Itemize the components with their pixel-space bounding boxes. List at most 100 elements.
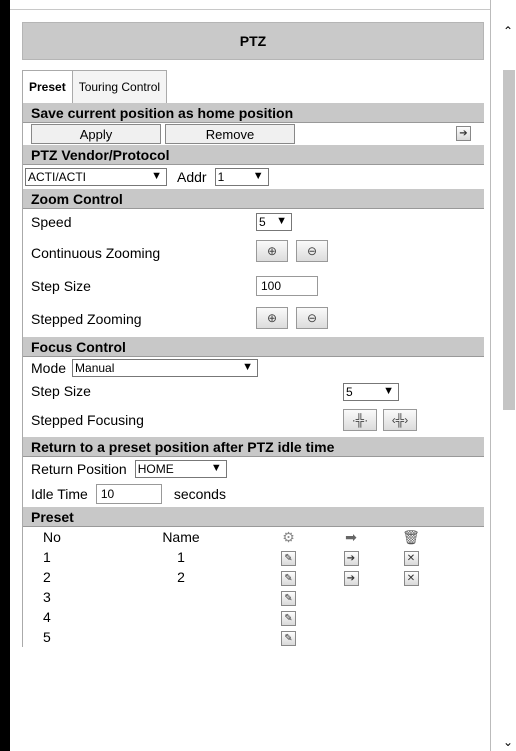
chevron-down-icon: ▼	[252, 170, 264, 182]
col-no: No	[43, 529, 61, 545]
edit-cell: ✎	[256, 568, 321, 587]
section-header-focus: Focus Control	[23, 337, 484, 357]
goto-arrow-icon: ➡	[345, 528, 357, 545]
continuous-zoom-row: Continuous Zooming ⊕ ⊖	[23, 235, 484, 271]
preset-table: No Name ⚙ ➡ 🗑 1 1 ✎ ➔ ✕ 2 2 ✎ ➔ ✕ 3 ✎ 4 …	[23, 527, 484, 647]
goto-cell: ➔	[321, 548, 381, 567]
table-row: 5 ✎	[23, 627, 484, 647]
vertical-scrollbar[interactable]: ⌃ ⌄	[500, 22, 516, 751]
preset-name: 2	[177, 569, 185, 585]
vendor-select-value: ACTI/ACTI	[28, 170, 87, 184]
goto-icon[interactable]: ➔	[343, 571, 359, 587]
gear-icon: ⚙	[282, 528, 295, 545]
focus-step-size-value: 5	[346, 385, 353, 399]
idle-time-row: Idle Time 10 seconds	[23, 481, 484, 507]
zoom-step-size-label: Step Size	[31, 278, 91, 294]
addr-label: Addr	[177, 169, 207, 185]
window-frame: PTZ Preset Touring Control Save current …	[0, 0, 516, 751]
edit-icon[interactable]: ✎	[281, 631, 296, 647]
stepped-focus-label: Stepped Focusing	[31, 412, 144, 428]
trash-icon: 🗑	[402, 528, 420, 545]
focus-step-size-row: Step Size 5 ▼	[23, 379, 484, 403]
chevron-down-icon: ▼	[242, 361, 254, 373]
preset-no: 1	[43, 549, 51, 565]
edit-cell: ✎	[256, 548, 321, 567]
edit-cell: ✎	[256, 608, 321, 627]
delete-cell: ✕	[381, 568, 441, 587]
idle-time-label: Idle Time	[31, 486, 88, 502]
delete-cell: ✕	[381, 548, 441, 567]
preset-no: 4	[43, 609, 51, 625]
ptz-panel: PTZ Preset Touring Control Save current …	[22, 22, 484, 751]
addr-select[interactable]: 1 ▼	[214, 168, 269, 186]
delete-icon[interactable]: ✕	[403, 571, 419, 587]
panel-divider	[490, 0, 491, 751]
goto-icon[interactable]: ➔	[343, 551, 359, 567]
focus-near-icon[interactable]: ·╬·	[343, 409, 377, 431]
zoom-out-icon[interactable]: ⊖	[296, 240, 328, 262]
goto-home-icon[interactable]: ➔	[456, 126, 471, 141]
preset-no: 3	[43, 589, 51, 605]
table-row: 3 ✎	[23, 587, 484, 607]
continuous-zoom-label: Continuous Zooming	[31, 245, 161, 261]
stepped-zoom-label: Stepped Zooming	[31, 311, 142, 327]
zoom-in-icon[interactable]: ⊕	[256, 240, 288, 262]
tab-content: Save current position as home position A…	[22, 103, 484, 647]
zoom-step-size-input[interactable]: 100	[256, 276, 318, 296]
return-position-row: Return Position HOME ▼	[23, 457, 484, 481]
page-title: PTZ	[22, 22, 484, 60]
top-edge	[0, 0, 490, 10]
scroll-down-icon[interactable]: ⌄	[500, 733, 516, 751]
goto-cell: ➔	[321, 568, 381, 587]
addr-select-value: 1	[217, 170, 225, 184]
preset-name: 1	[177, 549, 185, 565]
tab-touring-control[interactable]: Touring Control	[71, 70, 168, 103]
focus-mode-value: Manual	[75, 361, 115, 375]
section-header-home: Save current position as home position	[23, 103, 484, 123]
section-header-preset: Preset	[23, 507, 484, 527]
edit-icon[interactable]: ✎	[281, 591, 296, 607]
delete-icon[interactable]: ✕	[403, 551, 419, 567]
edit-cell: ✎	[256, 588, 321, 607]
zoom-speed-select[interactable]: 5 ▼	[256, 213, 292, 231]
scrollbar-thumb[interactable]	[503, 70, 515, 410]
focus-mode-label: Mode	[31, 360, 67, 376]
apply-button[interactable]: Apply	[31, 124, 161, 144]
home-row: Apply Remove ➔	[23, 123, 484, 145]
focus-step-size-label: Step Size	[31, 383, 91, 399]
tab-preset[interactable]: Preset	[22, 70, 73, 103]
table-row: 2 2 ✎ ➔ ✕	[23, 567, 484, 587]
edit-icon[interactable]: ✎	[281, 551, 296, 567]
chevron-down-icon: ▼	[210, 462, 222, 474]
vendor-select[interactable]: ACTI/ACTI ▼	[25, 168, 167, 186]
table-row: 1 1 ✎ ➔ ✕	[23, 547, 484, 567]
seconds-label: seconds	[173, 486, 226, 502]
edit-icon[interactable]: ✎	[281, 571, 296, 587]
vendor-row: ACTI/ACTI ▼ Addr 1 ▼	[23, 165, 484, 189]
section-header-idle: Return to a preset position after PTZ id…	[23, 437, 484, 457]
chevron-down-icon: ▼	[151, 170, 162, 182]
stepped-focus-row: Stepped Focusing ·╬· ‹╬›	[23, 403, 484, 437]
preset-no: 2	[43, 569, 51, 585]
idle-time-input[interactable]: 10	[95, 484, 162, 504]
return-position-select[interactable]: HOME ▼	[134, 460, 227, 478]
preset-header-row: No Name ⚙ ➡ 🗑	[23, 527, 484, 547]
table-row: 4 ✎	[23, 607, 484, 627]
step-zoom-out-icon[interactable]: ⊖	[296, 307, 328, 329]
edit-icon[interactable]: ✎	[281, 611, 296, 627]
return-position-label: Return Position	[31, 461, 127, 477]
remove-button[interactable]: Remove	[165, 124, 295, 144]
preset-no: 5	[43, 629, 51, 645]
focus-far-icon[interactable]: ‹╬›	[383, 409, 417, 431]
zoom-step-size-row: Step Size 100	[23, 271, 484, 301]
section-header-vendor: PTZ Vendor/Protocol	[23, 145, 484, 165]
step-zoom-in-icon[interactable]: ⊕	[256, 307, 288, 329]
tab-bar: Preset Touring Control	[22, 70, 484, 103]
focus-mode-select[interactable]: Manual ▼	[72, 359, 259, 377]
focus-mode-row: Mode Manual ▼	[23, 357, 484, 379]
scroll-up-icon[interactable]: ⌃	[500, 22, 516, 40]
return-position-value: HOME	[137, 462, 174, 476]
chevron-down-icon: ▼	[383, 385, 394, 397]
zoom-speed-label: Speed	[31, 214, 72, 230]
focus-step-size-select[interactable]: 5 ▼	[343, 383, 399, 401]
